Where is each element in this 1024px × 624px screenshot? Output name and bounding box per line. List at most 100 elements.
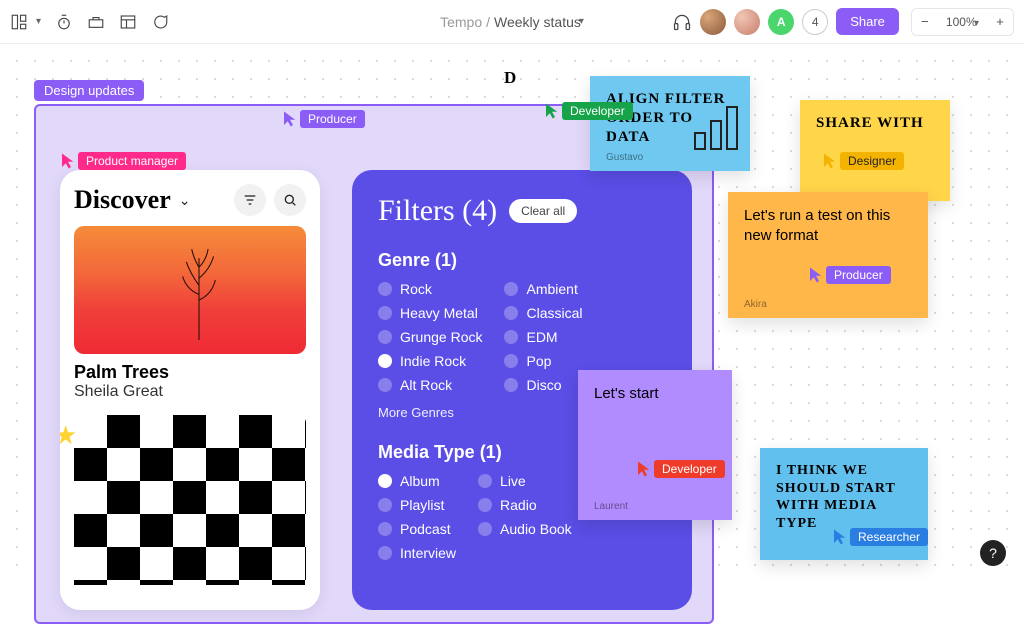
filter-option[interactable]: Indie Rock [378, 353, 482, 369]
filter-option[interactable]: EDM [504, 329, 582, 345]
zoom-group: − 100% ▾ + [911, 8, 1014, 36]
sticky-author: Akira [744, 299, 912, 310]
filter-option[interactable]: Radio [478, 497, 572, 513]
filter-option-label: EDM [526, 329, 557, 345]
filter-option-label: Ambient [526, 281, 577, 297]
avatar[interactable]: A [768, 9, 794, 35]
radio-icon [504, 282, 518, 296]
frame-tag[interactable]: Design updates [34, 80, 144, 101]
filter-option-label: Audio Book [500, 521, 572, 537]
album-art [74, 226, 306, 354]
filter-option-label: Disco [526, 377, 561, 393]
clear-all-button[interactable]: Clear all [509, 199, 577, 223]
radio-icon [378, 546, 392, 560]
filter-option[interactable]: Pop [504, 353, 582, 369]
zoom-in-button[interactable]: + [987, 9, 1013, 35]
zoom-out-button[interactable]: − [912, 9, 938, 35]
filter-option-label: Album [400, 473, 440, 489]
filter-option[interactable]: Interview [378, 545, 456, 561]
filter-option-label: Live [500, 473, 526, 489]
radio-icon [378, 282, 392, 296]
sticky-text: Let's start [594, 384, 716, 404]
comment-icon[interactable] [151, 13, 169, 31]
radio-icon [478, 498, 492, 512]
top-bar-left: ▾ [10, 13, 169, 31]
filter-option-label: Alt Rock [400, 377, 452, 393]
radio-icon [478, 474, 492, 488]
filter-option-label: Indie Rock [400, 353, 466, 369]
filter-option-label: Classical [526, 305, 582, 321]
design-updates-frame[interactable]: Discover ⌄ Palm Trees Sheila Great ★ Fil… [34, 104, 714, 624]
filter-option-label: Podcast [400, 521, 451, 537]
sticky-author: Gustavo [606, 152, 734, 163]
top-bar-right: A 4 Share − 100% ▾ + [672, 8, 1014, 36]
workspace-name: Tempo [440, 14, 482, 30]
filter-option[interactable]: Audio Book [478, 521, 572, 537]
filter-option[interactable]: Ambient [504, 281, 582, 297]
board-menu-icon[interactable] [10, 13, 28, 31]
filter-option[interactable]: Heavy Metal [378, 305, 482, 321]
radio-icon [378, 306, 392, 320]
sticky-note[interactable]: I think we should start with media type [760, 448, 928, 560]
chevron-down-icon[interactable]: ⌄ [179, 192, 191, 209]
album-art [74, 415, 306, 585]
filter-option[interactable]: Podcast [378, 521, 456, 537]
radio-icon [378, 330, 392, 344]
avatar[interactable] [734, 9, 760, 35]
radio-icon [378, 354, 392, 368]
filter-option-label: Heavy Metal [400, 305, 478, 321]
star-icon[interactable]: ★ [60, 420, 77, 451]
radio-icon [378, 498, 392, 512]
sticky-note[interactable]: Let's run a test on this new format Akir… [728, 192, 928, 318]
sticky-note[interactable]: Align filter order to data Gustavo [590, 76, 750, 171]
sticky-note[interactable]: Let's start Laurent [578, 370, 732, 520]
sticky-text: Let's run a test on this new format [744, 206, 912, 245]
filter-option[interactable]: Rock [378, 281, 482, 297]
zoom-level[interactable]: 100% ▾ [938, 15, 987, 29]
filter-option[interactable]: Live [478, 473, 572, 489]
canvas[interactable]: D Design updates Discover ⌄ Palm Trees S… [0, 44, 1024, 580]
share-button[interactable]: Share [836, 8, 899, 35]
radio-icon [378, 474, 392, 488]
sticky-text: I think we should start with media type [776, 462, 912, 532]
filter-option[interactable]: Grunge Rock [378, 329, 482, 345]
breadcrumb[interactable]: Tempo / Weekly status ▾ [440, 14, 584, 30]
page-title: Discover [74, 185, 171, 215]
document-name: Weekly status [494, 14, 581, 30]
search-icon[interactable] [274, 184, 306, 216]
filter-option-label: Radio [500, 497, 537, 513]
mobile-mock[interactable]: Discover ⌄ Palm Trees Sheila Great ★ [60, 170, 320, 610]
chevron-down-icon[interactable]: ▾ [36, 16, 41, 27]
sticky-author: Laurent [594, 501, 628, 512]
layout-icon[interactable] [119, 13, 137, 31]
radio-icon [504, 354, 518, 368]
toolbox-icon[interactable] [87, 13, 105, 31]
filter-option-label: Interview [400, 545, 456, 561]
filters-title: Filters (4) [378, 194, 497, 228]
radio-icon [504, 306, 518, 320]
filter-icon[interactable] [234, 184, 266, 216]
bar-chart-icon [694, 102, 740, 150]
chevron-down-icon[interactable]: ▾ [579, 16, 584, 27]
filter-option-label: Rock [400, 281, 432, 297]
sticky-text: Share with [816, 114, 934, 133]
timer-icon[interactable] [55, 13, 73, 31]
filter-option[interactable]: Alt Rock [378, 377, 482, 393]
filter-option[interactable]: Playlist [378, 497, 456, 513]
avatar[interactable] [700, 9, 726, 35]
track-artist: Sheila Great [74, 383, 306, 401]
filter-option-label: Grunge Rock [400, 329, 482, 345]
radio-icon [504, 378, 518, 392]
track-title: Palm Trees [74, 362, 306, 383]
filter-option[interactable]: Classical [504, 305, 582, 321]
stray-text[interactable]: D [504, 68, 516, 88]
radio-icon [504, 330, 518, 344]
radio-icon [478, 522, 492, 536]
headphones-icon[interactable] [672, 12, 692, 32]
filter-option[interactable]: Disco [504, 377, 582, 393]
presence-count[interactable]: 4 [802, 9, 828, 35]
sticky-note[interactable]: Share with [800, 100, 950, 201]
help-button[interactable]: ? [980, 540, 1006, 566]
filter-option[interactable]: Album [378, 473, 456, 489]
filter-option-label: Playlist [400, 497, 444, 513]
